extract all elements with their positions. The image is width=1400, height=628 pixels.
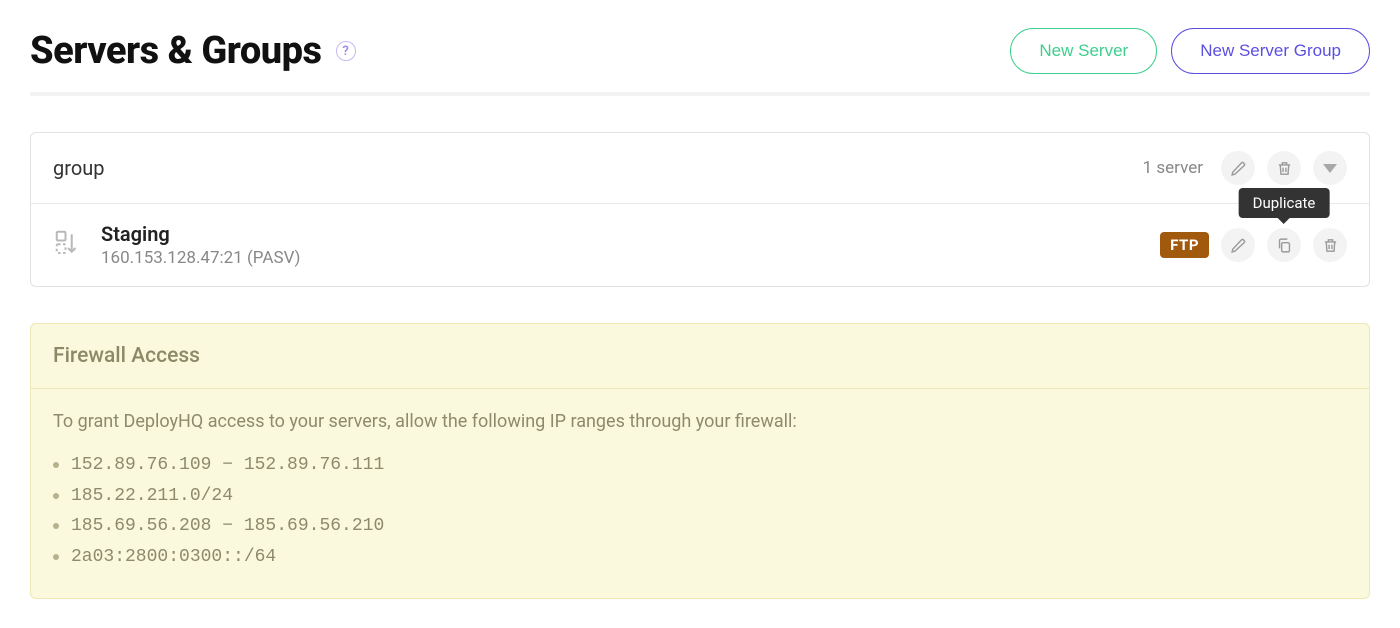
ip-range-list: 152.89.76.109 − 152.89.76.111 185.22.211… bbox=[53, 450, 1347, 572]
server-left: Staging 160.153.128.47:21 (PASV) bbox=[53, 222, 300, 268]
server-info: Staging 160.153.128.47:21 (PASV) bbox=[101, 222, 300, 268]
edit-server-button[interactable] bbox=[1221, 228, 1255, 262]
pencil-icon bbox=[1230, 237, 1247, 254]
ip-range-item: 185.22.211.0/24 bbox=[53, 481, 1347, 512]
chevron-down-icon bbox=[1323, 164, 1337, 173]
help-icon[interactable]: ? bbox=[336, 41, 356, 61]
duplicate-icon bbox=[1276, 237, 1293, 254]
server-type-icon bbox=[53, 228, 83, 262]
new-server-group-button[interactable]: New Server Group bbox=[1171, 28, 1370, 74]
header-divider bbox=[30, 92, 1370, 96]
page-header: Servers & Groups ? New Server New Server… bbox=[30, 28, 1370, 74]
trash-icon bbox=[1322, 237, 1339, 254]
new-server-button[interactable]: New Server bbox=[1010, 28, 1157, 74]
trash-icon bbox=[1276, 160, 1293, 177]
protocol-badge: FTP bbox=[1160, 232, 1209, 258]
servers-panel: group 1 server bbox=[30, 132, 1370, 287]
delete-server-button[interactable] bbox=[1313, 228, 1347, 262]
edit-group-button[interactable] bbox=[1221, 151, 1255, 185]
group-header: group 1 server bbox=[31, 133, 1369, 204]
duplicate-tooltip: Duplicate bbox=[1239, 188, 1330, 218]
server-name: Staging bbox=[101, 222, 300, 246]
ip-range-item: 152.89.76.109 − 152.89.76.111 bbox=[53, 450, 1347, 481]
server-row: Staging 160.153.128.47:21 (PASV) FTP Dup… bbox=[31, 204, 1369, 286]
collapse-group-button[interactable] bbox=[1313, 151, 1347, 185]
delete-group-button[interactable] bbox=[1267, 151, 1301, 185]
group-name: group bbox=[53, 156, 104, 180]
firewall-header: Firewall Access bbox=[31, 324, 1369, 389]
firewall-intro: To grant DeployHQ access to your servers… bbox=[53, 411, 1347, 432]
server-host: 160.153.128.47:21 (PASV) bbox=[101, 248, 300, 268]
firewall-body: To grant DeployHQ access to your servers… bbox=[31, 389, 1369, 598]
header-actions: New Server New Server Group bbox=[1010, 28, 1370, 74]
pencil-icon bbox=[1230, 160, 1247, 177]
page-title: Servers & Groups bbox=[30, 29, 322, 73]
duplicate-server-button[interactable]: Duplicate bbox=[1267, 228, 1301, 262]
ip-range-item: 2a03:2800:0300::/64 bbox=[53, 542, 1347, 573]
title-wrap: Servers & Groups ? bbox=[30, 29, 356, 73]
firewall-panel: Firewall Access To grant DeployHQ access… bbox=[30, 323, 1370, 599]
firewall-title: Firewall Access bbox=[53, 344, 1347, 368]
ip-range-item: 185.69.56.208 − 185.69.56.210 bbox=[53, 511, 1347, 542]
group-actions: 1 server bbox=[1143, 151, 1347, 185]
server-actions: FTP Duplicate bbox=[1160, 228, 1347, 262]
server-count: 1 server bbox=[1143, 158, 1203, 178]
